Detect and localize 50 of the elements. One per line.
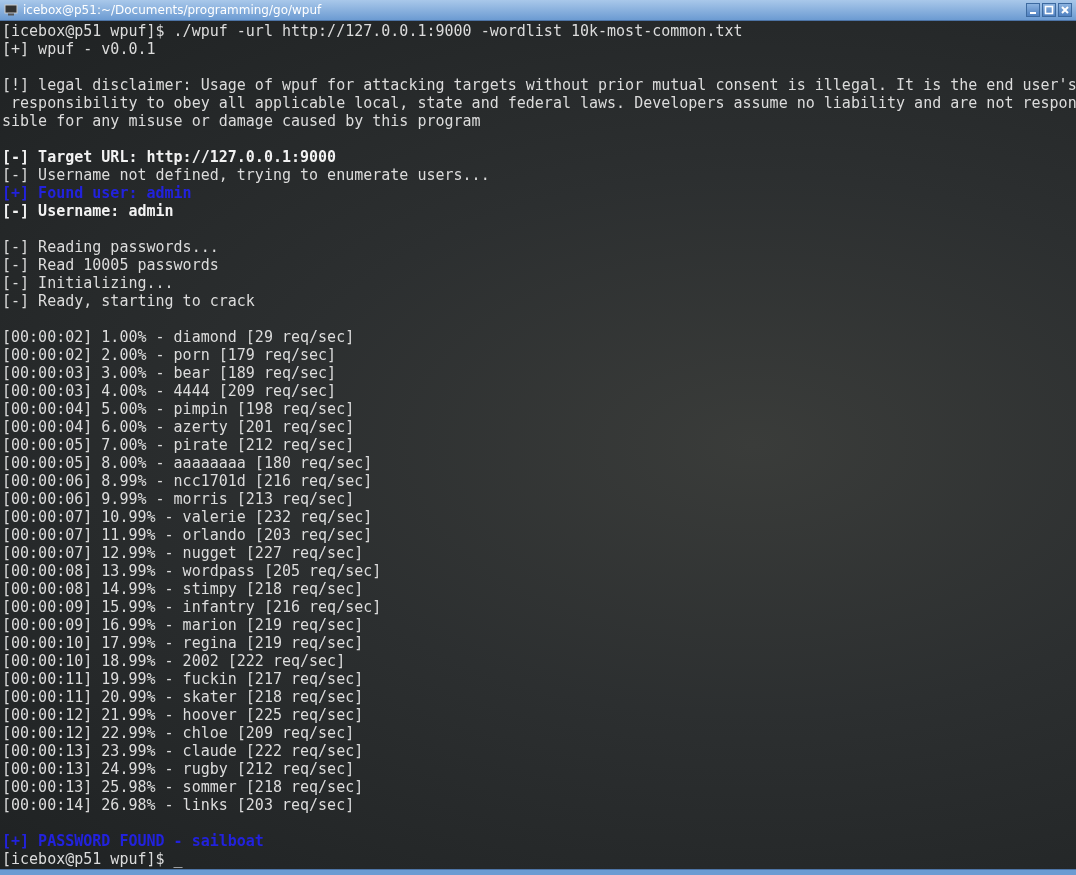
terminal-line: [00:00:10] 18.99% - 2002 [222 req/sec] <box>2 652 346 670</box>
terminal-line: [-] Target URL: http://127.0.0.1:9000 <box>2 148 337 166</box>
terminal-line: [00:00:05] 7.00% - pirate [212 req/sec] <box>2 436 355 454</box>
terminal-line: [00:00:08] 14.99% - stimpy [218 req/sec] <box>2 580 364 598</box>
terminal-line: [-] Read 10005 passwords <box>2 256 219 274</box>
terminal-line: [00:00:03] 3.00% - bear [189 req/sec] <box>2 364 337 382</box>
terminal-line: [00:00:13] 23.99% - claude [222 req/sec] <box>2 742 364 760</box>
monitor-icon <box>4 4 18 16</box>
terminal-line: [-] Username not defined, trying to enumerate users... <box>2 166 490 184</box>
terminal-line: [00:00:12] 21.99% - hoover [225 req/sec] <box>2 706 364 724</box>
terminal-line: [-] Ready, starting to crack <box>2 292 255 310</box>
terminal-line: responsibility to obey all applicable local, state and federal laws. Developers assume no liability and are not respon <box>10 94 1076 112</box>
terminal-line: [00:00:11] 20.99% - skater [218 req/sec] <box>2 688 364 706</box>
terminal-line: [00:00:13] 24.99% - rugby [212 req/sec] <box>2 760 355 778</box>
terminal-line: [00:00:04] 6.00% - azerty [201 req/sec] <box>2 418 355 436</box>
terminal-line: [00:00:04] 5.00% - pimpin [198 req/sec] <box>2 400 355 418</box>
close-icon <box>1060 5 1070 15</box>
terminal-line: [00:00:13] 25.98% - sommer [218 req/sec] <box>2 778 364 796</box>
window-title: icebox@p51:~/Documents/programming/go/wpuf <box>23 3 323 17</box>
terminal-line: sible for any misuse or damage caused by this program <box>2 112 481 130</box>
terminal-line: [00:00:11] 19.99% - fuckin [217 req/sec] <box>2 670 364 688</box>
maximize-icon <box>1044 5 1054 15</box>
terminal-line: [+] PASSWORD FOUND - sailboat <box>2 832 264 850</box>
terminal-line: [00:00:10] 17.99% - regina [219 req/sec] <box>2 634 364 652</box>
terminal-line: [00:00:06] 9.99% - morris [213 req/sec] <box>2 490 355 508</box>
terminal-line: [+] Found user: admin <box>2 184 192 202</box>
terminal-line: [-] Initializing... <box>2 274 174 292</box>
terminal-line: [00:00:06] 8.99% - ncc1701d [216 req/sec] <box>2 472 373 490</box>
terminal-line: [!] legal disclaimer: Usage of wpuf for attacking targets without prior mutual consent is illegal. It is the end user's <box>2 76 1076 94</box>
terminal-line: [00:00:14] 26.98% - links [203 req/sec] <box>2 796 355 814</box>
terminal-line: [-] Username: admin <box>2 202 174 220</box>
terminal-line: [icebox@p51 wpuf]$ ./wpuf -url http://127.0.0.1:9000 -wordlist 10k-most-common.txt <box>2 22 743 40</box>
terminal-line: [+] wpuf - v0.0.1 <box>2 40 156 58</box>
terminal-line: [-] Reading passwords... <box>2 238 219 256</box>
terminal-line: [00:00:05] 8.00% - aaaaaaaa [180 req/sec] <box>2 454 373 472</box>
terminal-line: [00:00:07] 12.99% - nugget [227 req/sec] <box>2 544 364 562</box>
terminal-line: [00:00:02] 2.00% - porn [179 req/sec] <box>2 346 337 364</box>
terminal-line: [icebox@p51 wpuf]$ _ <box>2 850 183 868</box>
terminal-line: [00:00:08] 13.99% - wordpass [205 req/sec] <box>2 562 382 580</box>
close-button[interactable] <box>1058 3 1072 17</box>
terminal-line: [00:00:12] 22.99% - chloe [209 req/sec] <box>2 724 355 742</box>
terminal-line: [00:00:07] 10.99% - valerie [232 req/sec] <box>2 508 373 526</box>
terminal-line: [00:00:09] 16.99% - marion [219 req/sec] <box>2 616 364 634</box>
terminal-line: [00:00:02] 1.00% - diamond [29 req/sec] <box>2 328 355 346</box>
terminal-line: [00:00:07] 11.99% - orlando [203 req/sec] <box>2 526 373 544</box>
minimize-icon <box>1030 12 1036 14</box>
terminal-line: [00:00:09] 15.99% - infantry [216 req/sec] <box>2 598 382 616</box>
minimize-button[interactable] <box>1026 3 1040 17</box>
terminal-line: [00:00:03] 4.00% - 4444 [209 req/sec] <box>2 382 337 400</box>
maximize-button[interactable] <box>1042 3 1056 17</box>
